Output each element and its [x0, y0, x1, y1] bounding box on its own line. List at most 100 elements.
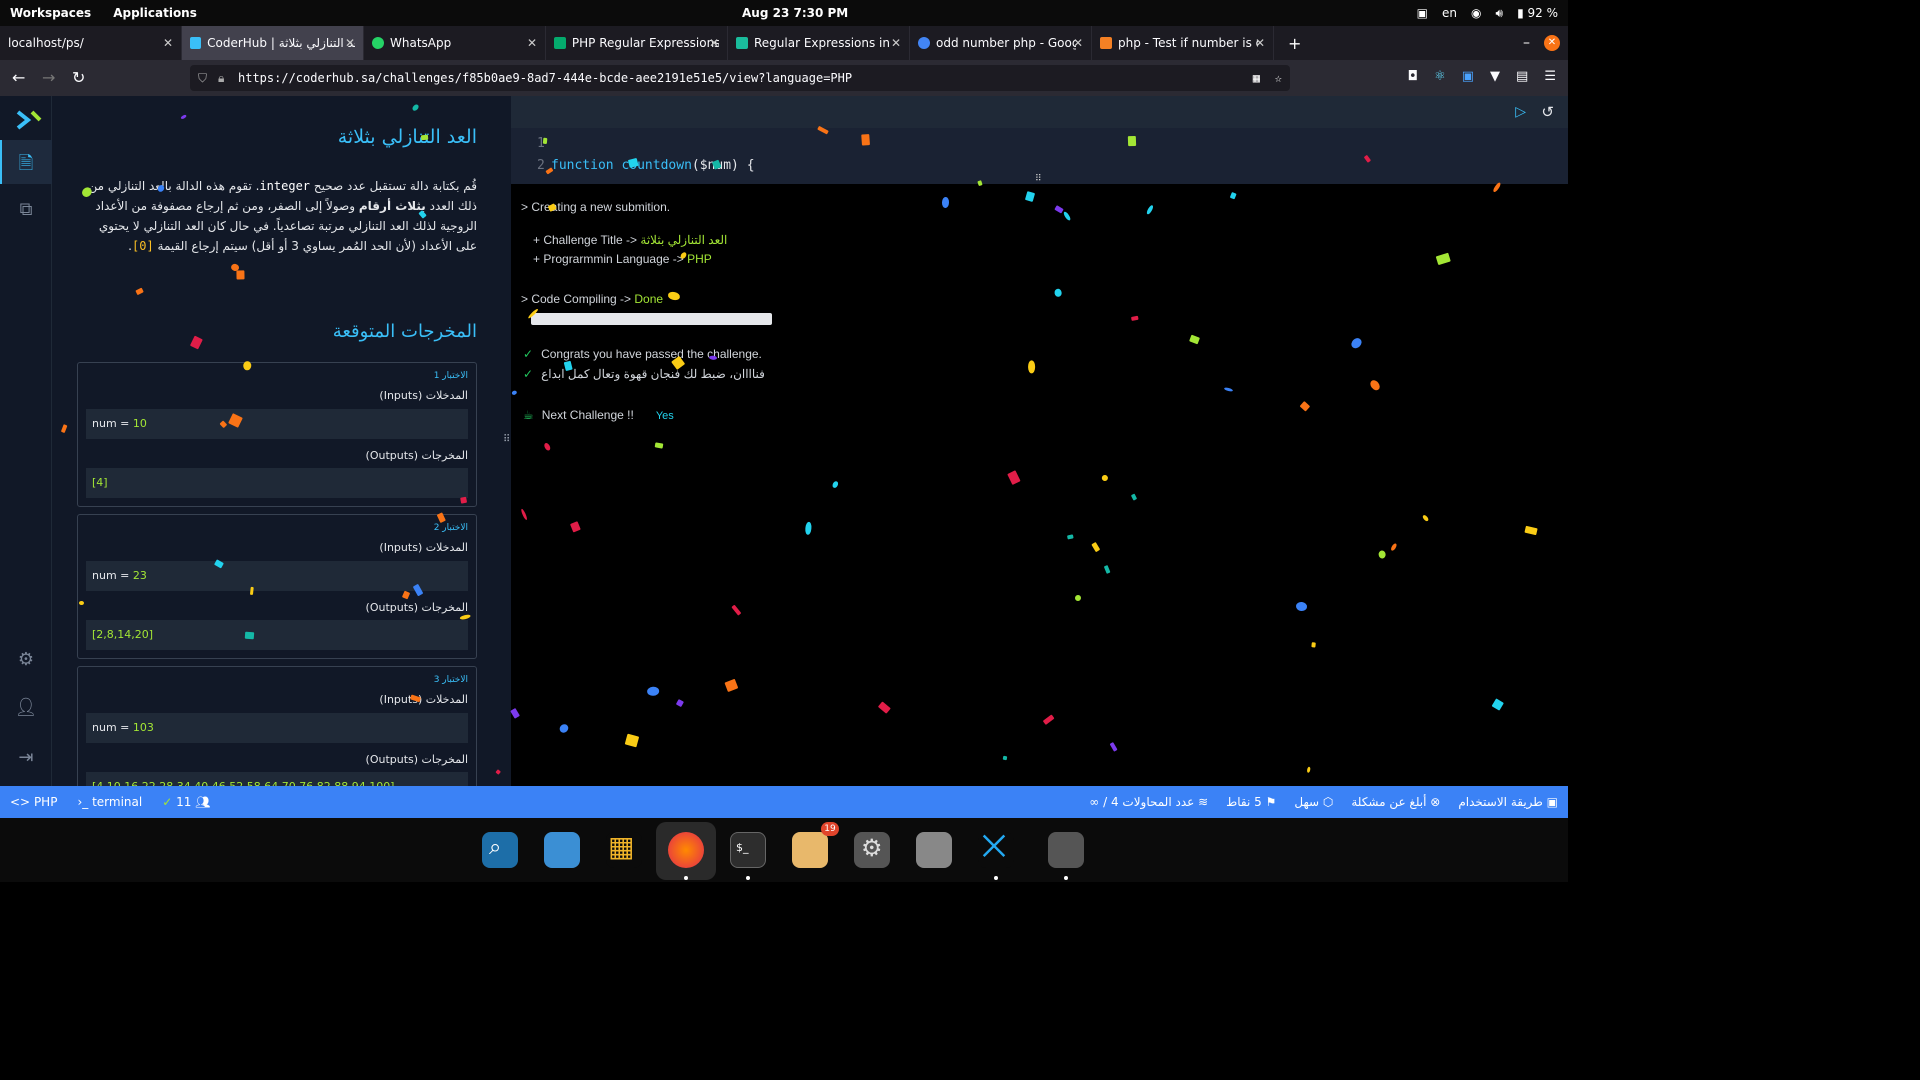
- line-number: 2: [537, 158, 545, 173]
- test-case-1: الاختبار 1 المدخلات (Inputs) num = 10 ال…: [77, 362, 477, 507]
- pocket-icon[interactable]: ◘: [1408, 69, 1418, 84]
- whatsapp-favicon-icon: [372, 37, 384, 49]
- vue-devtools-icon[interactable]: ▼: [1490, 69, 1500, 84]
- new-tab-button[interactable]: +: [1288, 34, 1301, 53]
- inputs-label: المدخلات (Inputs): [379, 389, 468, 402]
- url-bar[interactable]: ⛉ 🔒︎ https://coderhub.sa/challenges/f85b…: [190, 65, 1290, 91]
- close-icon[interactable]: ✕: [527, 36, 537, 50]
- copy-icon[interactable]: ⧉: [14, 198, 38, 222]
- minimize-button[interactable]: –: [1523, 35, 1530, 51]
- back-button[interactable]: ←: [12, 68, 25, 87]
- volume-icon[interactable]: 🔊︎: [1496, 6, 1504, 21]
- terminal-label: terminal: [92, 795, 143, 809]
- close-icon[interactable]: ✕: [891, 36, 901, 50]
- qr-icon[interactable]: ▦: [1253, 71, 1260, 85]
- check-icon: ✓: [523, 347, 534, 361]
- close-icon[interactable]: ✕: [1255, 36, 1265, 50]
- tab-google-search[interactable]: odd number php - Google S ✕: [910, 26, 1092, 60]
- tab-stackoverflow[interactable]: php - Test if number is odd ✕: [1092, 26, 1274, 60]
- input-box: num = 10: [86, 409, 468, 439]
- workspaces-menu[interactable]: Workspaces: [10, 6, 91, 20]
- code-editor[interactable]: ▷ ↺ 1 2 function countdown($num) { ⠿: [511, 96, 1568, 184]
- gear-icon[interactable]: ⚙: [14, 648, 38, 672]
- users-status[interactable]: ✓ 11 👥︎: [162, 795, 210, 809]
- inputs-label: المدخلات (Inputs): [379, 541, 468, 554]
- file-manager-app-icon[interactable]: [916, 832, 952, 868]
- terminal-status[interactable]: ›_ terminal: [77, 795, 142, 809]
- screen-icon[interactable]: ▣: [1417, 6, 1428, 20]
- challenge-title: العد التنازلي بثلاثة: [337, 126, 477, 148]
- language-indicator[interactable]: en: [1442, 6, 1457, 20]
- report-issue-link[interactable]: ⊗ أبلغ عن مشكلة: [1351, 795, 1440, 809]
- reset-icon[interactable]: ↺: [1541, 103, 1554, 121]
- app-grid-icon[interactable]: ▦: [606, 830, 642, 868]
- search-app-icon[interactable]: ⌕: [482, 832, 518, 868]
- code-line[interactable]: function countdown($num) {: [551, 158, 755, 173]
- wifi-icon[interactable]: ◉: [1471, 6, 1481, 20]
- menu-icon[interactable]: ☰: [1544, 69, 1556, 84]
- usage-guide-link[interactable]: ▣ طريقة الاستخدام: [1458, 795, 1558, 809]
- code-keyword: function: [551, 158, 614, 173]
- react-devtools-icon[interactable]: ⚛: [1434, 69, 1446, 84]
- input-key: num =: [92, 569, 133, 582]
- congrats-text: Congrats you have passed the challenge.: [541, 347, 762, 361]
- terminal-line: + Prograrmmin Language -> PHP: [533, 252, 712, 266]
- running-indicator: [746, 876, 750, 880]
- close-icon[interactable]: ✕: [1073, 36, 1083, 50]
- calculator-app-icon[interactable]: [1048, 832, 1084, 868]
- window-close-button[interactable]: ✕: [1544, 35, 1560, 51]
- app-sidebar: 🗎︎ ⧉ ⚙ 👤︎ ⇥: [0, 96, 52, 786]
- vscode-app-icon[interactable]: ⨉: [978, 830, 1014, 868]
- settings-app-icon[interactable]: ⚙: [854, 832, 890, 868]
- report-icon: ⊗: [1426, 795, 1441, 809]
- terminal-line: + Challenge Title -> العد التنازلي بثلاث…: [533, 233, 727, 247]
- lock-icon[interactable]: 🔒︎: [218, 71, 224, 86]
- browser-navbar: ← → ↻ ⛉ 🔒︎ https://coderhub.sa/challenge…: [0, 60, 1568, 96]
- tab-title: odd number php - Google S: [936, 36, 1076, 50]
- test-case-2: الاختبار 2 المدخلات (Inputs) num = 23 ال…: [77, 514, 477, 659]
- files-preview-app-icon[interactable]: [544, 832, 580, 868]
- terminal-app-icon[interactable]: $_: [730, 832, 766, 868]
- extensions-icon[interactable]: ▤: [1516, 69, 1528, 84]
- text-editor-app-icon[interactable]: [792, 832, 828, 868]
- language-status[interactable]: <> PHP: [10, 795, 57, 809]
- applications-menu[interactable]: Applications: [113, 6, 197, 20]
- close-icon[interactable]: ✕: [345, 36, 355, 50]
- tab-title: php - Test if number is odd: [1118, 36, 1258, 50]
- url-text[interactable]: https://coderhub.sa/challenges/f85b0ae9-…: [238, 71, 852, 85]
- firefox-icon[interactable]: [668, 832, 704, 868]
- outputs-label: المخرجات (Outputs): [365, 601, 468, 614]
- expected-outputs-title: المخرجات المتوقعة: [332, 321, 477, 342]
- reload-button[interactable]: ↻: [72, 68, 85, 87]
- clock[interactable]: Aug 23 7:30 PM: [742, 6, 848, 20]
- user-icon[interactable]: 👤︎: [14, 696, 38, 720]
- shield-icon[interactable]: ⛉: [198, 71, 207, 86]
- next-challenge-yes-link[interactable]: Yes: [656, 410, 674, 422]
- close-icon[interactable]: ✕: [163, 36, 173, 50]
- close-icon[interactable]: ✕: [709, 36, 719, 50]
- logout-icon[interactable]: ⇥: [14, 746, 38, 770]
- editor-resize-handle-icon[interactable]: ⠿: [1035, 174, 1042, 184]
- input-box: num = 23: [86, 561, 468, 591]
- tab-localhost[interactable]: localhost/ps/ ✕: [0, 26, 182, 60]
- battery-indicator[interactable]: ▮ 92 %: [1517, 6, 1558, 20]
- tab-whatsapp[interactable]: WhatsApp ✕: [364, 26, 546, 60]
- check-icon: ✓: [162, 795, 177, 809]
- system-topbar: Workspaces Applications Aug 23 7:30 PM ▣…: [0, 0, 1568, 26]
- panel-resize-handle[interactable]: ⠿: [500, 96, 511, 786]
- run-icon[interactable]: ▷: [1515, 104, 1526, 120]
- terminal-value: العد التنازلي بثلاثة: [640, 233, 728, 247]
- coderhub-logo-icon[interactable]: [16, 108, 44, 132]
- bookmark-star-icon[interactable]: ☆: [1275, 71, 1282, 85]
- document-icon[interactable]: 🗎︎: [14, 152, 38, 176]
- attempts-label: عدد المحاولات 4 / ∞: [1089, 795, 1195, 809]
- tab-title: CoderHub | العد التنازلي بثلاثة: [207, 36, 355, 50]
- extension-icon[interactable]: ▣: [1462, 69, 1474, 84]
- compile-progress-bar: [531, 313, 772, 325]
- dock: ⌕ ▦ $_ 19 ⚙ ⨉: [0, 818, 1568, 882]
- tab-php-regex[interactable]: PHP Regular Expressions ✕: [546, 26, 728, 60]
- forward-button[interactable]: →: [42, 68, 55, 87]
- input-key: num =: [92, 721, 133, 734]
- tab-regex-in-php[interactable]: Regular Expressions in PHP ✕: [728, 26, 910, 60]
- tab-coderhub[interactable]: CoderHub | العد التنازلي بثلاثة ✕: [182, 26, 364, 60]
